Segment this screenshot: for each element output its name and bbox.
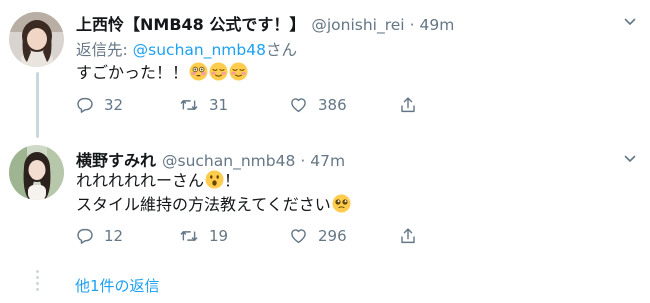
like-button[interactable]: 296 (289, 227, 399, 245)
reply-to-line: 返信先: @suchan_nmb48さん (76, 38, 297, 60)
show-more-replies-link[interactable]: 他1件の返信 (75, 275, 160, 296)
share-icon (401, 228, 415, 244)
reply-count: 32 (104, 96, 124, 114)
like-button[interactable]: 386 (289, 96, 399, 114)
pleading-face-emoji (332, 194, 351, 213)
share-icon (401, 97, 415, 113)
tweet-text-line-1: れれれれれーさん ！ (76, 169, 351, 193)
tweet-actions: 32 31 386 (76, 96, 417, 114)
heart-icon (291, 229, 306, 244)
tweet-header: 上西怜【NMB48 公式です！】 @jonishi_rei · 49m (76, 11, 454, 35)
timestamp[interactable]: 47m (310, 152, 345, 170)
tweet-text: れれれれれーさん ！ スタイル維持の方法教えてください (76, 169, 351, 217)
timestamp[interactable]: 49m (420, 16, 455, 34)
retweet-count: 31 (209, 96, 229, 114)
thread-ellipsis (35, 270, 39, 294)
user-handle[interactable]: @suchan_nmb48 (162, 152, 295, 170)
heart-icon (291, 98, 306, 113)
share-button[interactable] (399, 96, 417, 114)
tweet-actions: 12 19 296 (76, 227, 417, 245)
tweet-suchan-nmb48[interactable]: 横野すみれ @suchan_nmb48 · 47m れれれれれーさん ！ スタイル… (0, 138, 650, 266)
retweet-button[interactable]: 31 (179, 96, 289, 114)
avatar[interactable] (9, 12, 64, 67)
tweet-reply-jonishi-rei[interactable]: 上西怜【NMB48 公式です！】 @jonishi_rei · 49m 返信先:… (0, 0, 650, 135)
chevron-down-icon[interactable] (624, 153, 636, 165)
retweet-icon (180, 100, 198, 110)
tweet-text-content: すごかった！！ (76, 63, 189, 82)
avatar[interactable] (9, 145, 64, 200)
separator: · (409, 16, 415, 34)
chevron-down-icon[interactable] (624, 16, 636, 28)
flushed-face-emoji (189, 62, 208, 81)
retweet-button[interactable]: 19 (179, 227, 289, 245)
astonished-face-emoji (205, 170, 224, 189)
display-name[interactable]: 上西怜【NMB48 公式です！】 (76, 11, 305, 35)
reply-button[interactable]: 32 (76, 96, 179, 114)
tweet-text-line-1-suffix: ！ (224, 171, 241, 190)
reply-to-label: 返信先: (76, 41, 133, 59)
relieved-face-emoji (209, 62, 228, 81)
reply-to-mention[interactable]: @suchan_nmb48 (133, 41, 266, 59)
tweet-text-line-2-content: スタイル維持の方法教えてください (76, 195, 331, 214)
tweet-header: 横野すみれ @suchan_nmb48 · 47m (76, 147, 345, 171)
tweet-text-line-2: スタイル維持の方法教えてください (76, 193, 351, 217)
share-button[interactable] (399, 227, 417, 245)
like-count: 386 (318, 96, 347, 114)
like-count: 296 (318, 227, 347, 245)
reply-to-suffix: さん (265, 41, 297, 59)
user-handle[interactable]: @jonishi_rei (311, 16, 404, 34)
retweet-count: 19 (209, 227, 229, 245)
tweet-text: すごかった！！ (76, 61, 248, 85)
reply-count: 12 (104, 227, 124, 245)
reply-button[interactable]: 12 (76, 227, 179, 245)
reply-icon (77, 228, 93, 244)
tweet-text-line-1-content: れれれれれーさん (76, 171, 205, 190)
display-name[interactable]: 横野すみれ (76, 147, 156, 171)
retweet-icon (180, 231, 198, 241)
reply-icon (77, 97, 93, 113)
separator: · (300, 152, 306, 170)
relieved-face-emoji (229, 62, 248, 81)
